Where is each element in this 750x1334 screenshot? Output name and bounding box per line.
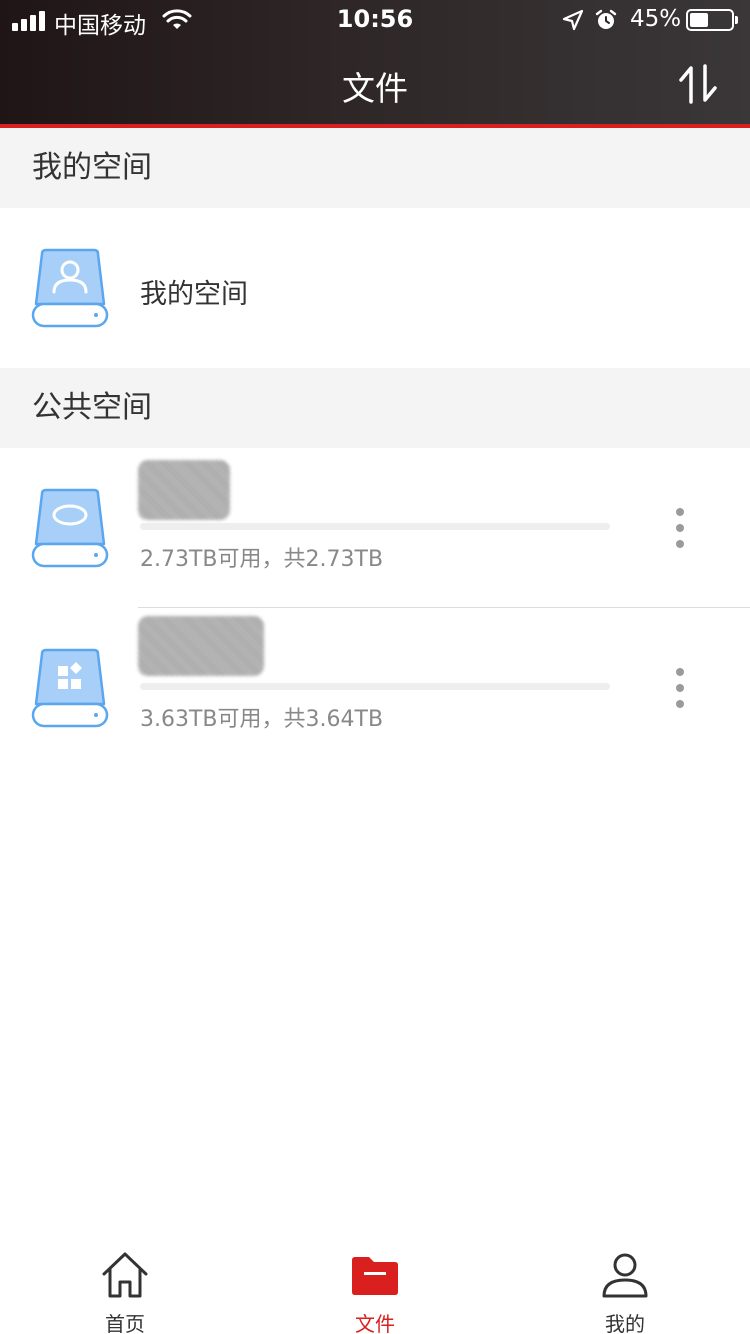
section-header-public-space: 公共空间: [0, 368, 750, 448]
page-title: 文件: [342, 69, 408, 108]
location-arrow-icon: [562, 9, 584, 31]
app-header: 中国移动 10:56 45% 文件: [0, 0, 750, 128]
redacted-disk-name: [138, 616, 264, 676]
folder-icon: [352, 1257, 398, 1295]
person-icon: [602, 1253, 648, 1298]
tab-label: 文件: [355, 1312, 395, 1334]
tab-files[interactable]: 文件: [250, 1236, 500, 1334]
storage-info: 2.73TB可用，共2.73TB: [140, 547, 384, 572]
disk-icon: [31, 488, 109, 568]
sort-toggle-icon[interactable]: [678, 64, 718, 104]
section-header-my-space: 我的空间: [0, 128, 750, 208]
tab-home[interactable]: 首页: [0, 1236, 250, 1334]
redacted-disk-name: [138, 460, 230, 520]
alarm-clock-icon: [595, 9, 617, 29]
storage-usage-bar: [140, 523, 610, 530]
more-options-icon[interactable]: [666, 664, 694, 712]
bottom-tab-bar: 首页 文件 我的: [0, 1236, 750, 1334]
status-bar: 中国移动 10:56 45%: [0, 0, 750, 40]
apps-disk-icon: [31, 648, 109, 728]
battery-icon: [686, 9, 738, 31]
user-disk-icon: [31, 248, 109, 328]
list-item-public-disk-1[interactable]: 2.73TB可用，共2.73TB: [0, 448, 750, 608]
tab-label: 我的: [605, 1312, 645, 1334]
battery-percent: 45%: [630, 6, 682, 32]
tab-label: 首页: [105, 1312, 145, 1334]
my-space-label: 我的空间: [140, 279, 248, 310]
list-item-public-disk-2[interactable]: 3.63TB可用，共3.64TB: [0, 608, 750, 768]
tab-me[interactable]: 我的: [500, 1236, 750, 1334]
more-options-icon[interactable]: [666, 504, 694, 552]
list-item-my-space[interactable]: 我的空间: [0, 208, 750, 368]
home-icon: [102, 1252, 148, 1298]
storage-usage-bar: [140, 683, 610, 690]
storage-info: 3.63TB可用，共3.64TB: [140, 707, 384, 732]
